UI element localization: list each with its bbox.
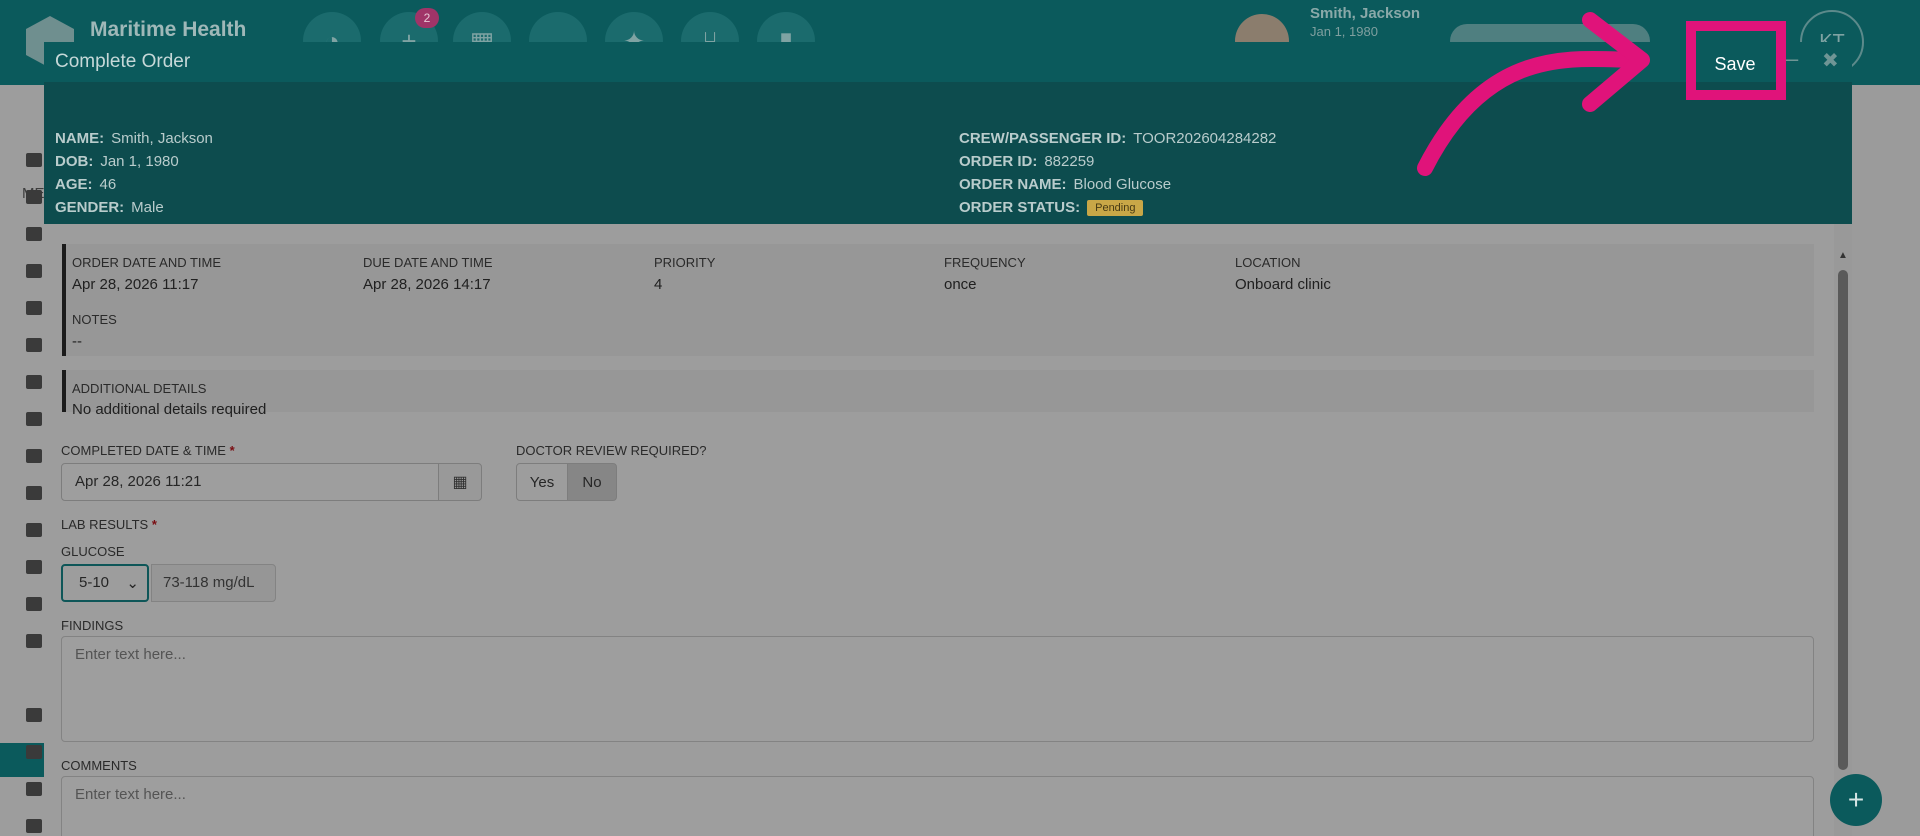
lab-results-label: LAB RESULTS * [61,517,157,532]
app-name: Maritime Health [90,18,247,41]
priority-value: 4 [654,276,663,293]
glucose-label: GLUCOSE [61,544,125,559]
order-date-label: ORDER DATE AND TIME [72,255,222,270]
doctor-review-no-button[interactable]: No [567,463,617,501]
frequency-value: once [944,276,977,293]
list-icon[interactable] [26,782,42,796]
background-content [1852,85,1920,836]
modal-scrollbar[interactable]: ▲ [1834,224,1852,836]
comments-label: COMMENTS [61,758,137,773]
eye-icon[interactable] [26,227,42,241]
frequency-label: FREQUENCY [944,255,1026,270]
tray-icon[interactable] [26,338,42,352]
scrollbar-thumb[interactable] [1838,270,1848,770]
comments-textarea[interactable]: Enter text here... [61,776,1814,836]
inbox-icon[interactable] [26,190,42,204]
patient-gender: GENDER: Male [55,199,164,216]
warning-icon[interactable] [26,301,42,315]
notification-badge: 2 [415,8,439,28]
folder-icon[interactable] [26,264,42,278]
calendar-icon[interactable]: ▦ [438,463,482,501]
smile-icon[interactable] [26,412,42,426]
patient-dob: DOB: Jan 1, 1980 [55,153,179,170]
additional-details-label: ADDITIONAL DETAILS [72,381,207,396]
order-details-card [62,244,1814,356]
modal-body: ORDER DATE AND TIME Apr 28, 2026 11:17 D… [44,224,1834,836]
heart-icon[interactable] [26,375,42,389]
modal-titlebar: Complete Order Save – ✖ [44,42,1852,89]
glucose-select-value: 5-10 [79,574,110,591]
crew-passenger-id: CREW/PASSENGER ID: TOOR202604284282 [959,130,1277,147]
order-date-value: Apr 28, 2026 11:17 [72,276,199,293]
minimize-icon[interactable]: – [1786,46,1804,76]
save-highlight-box [1686,21,1786,100]
order-status: ORDER STATUS: Pending [959,199,1144,216]
header-patient-dob: Jan 1, 1980 [1310,24,1378,39]
eraser-icon[interactable] [26,708,42,722]
doctor-review-label: DOCTOR REVIEW REQUIRED? [516,443,707,458]
modal-title: Complete Order [55,51,191,72]
patient-name: NAME: Smith, Jackson [55,130,213,147]
face-icon[interactable] [26,486,42,500]
findings-label: FINDINGS [61,618,124,633]
patient-age: AGE: 46 [55,176,117,193]
gear-icon[interactable] [26,597,42,611]
completed-datetime-label: COMPLETED DATE & TIME * [61,443,235,458]
glucose-select[interactable]: 5-10 ⌄ [61,564,149,602]
floating-add-button[interactable]: + [1830,774,1882,826]
completed-datetime-input[interactable]: Apr 28, 2026 11:21 [61,463,439,501]
order-name: ORDER NAME: Blood Glucose [959,176,1172,193]
notes-label: NOTES [72,312,117,327]
stethoscope-icon[interactable] [26,634,42,648]
chart-icon[interactable] [26,153,42,167]
location-value: Onboard clinic [1235,276,1331,293]
medkit-icon[interactable] [26,523,42,537]
notes-value: -- [72,333,82,350]
chevron-down-icon: ⌄ [126,575,139,592]
sort-icon[interactable] [26,449,42,463]
additional-details-value: No additional details required [72,401,267,418]
location-label: LOCATION [1235,255,1301,270]
plus-square-icon[interactable] [26,745,42,759]
findings-textarea[interactable]: Enter text here... [61,636,1814,742]
due-date-label: DUE DATE AND TIME [363,255,493,270]
user-icon[interactable] [26,819,42,833]
scroll-up-icon[interactable]: ▲ [1838,250,1848,261]
close-icon[interactable]: ✖ [1822,48,1840,76]
order-id: ORDER ID: 882259 [959,153,1095,170]
doctor-review-yes-button[interactable]: Yes [516,463,568,501]
complete-order-modal: Complete Order Save – ✖ NAME: Smith, Jack… [44,42,1852,836]
patient-info-bar: NAME: Smith, Jackson DOB: Jan 1, 1980 AGE:… [44,82,1852,224]
due-date-value: Apr 28, 2026 14:17 [363,276,491,293]
header-patient-name: Smith, Jackson [1310,5,1421,22]
glucose-reference-range: 73-118 mg/dL [151,564,276,602]
additional-details-card [62,370,1814,412]
status-badge: Pending [1087,200,1144,216]
history-icon[interactable] [26,560,42,574]
sidebar: ME [0,85,45,836]
priority-label: PRIORITY [654,255,716,270]
